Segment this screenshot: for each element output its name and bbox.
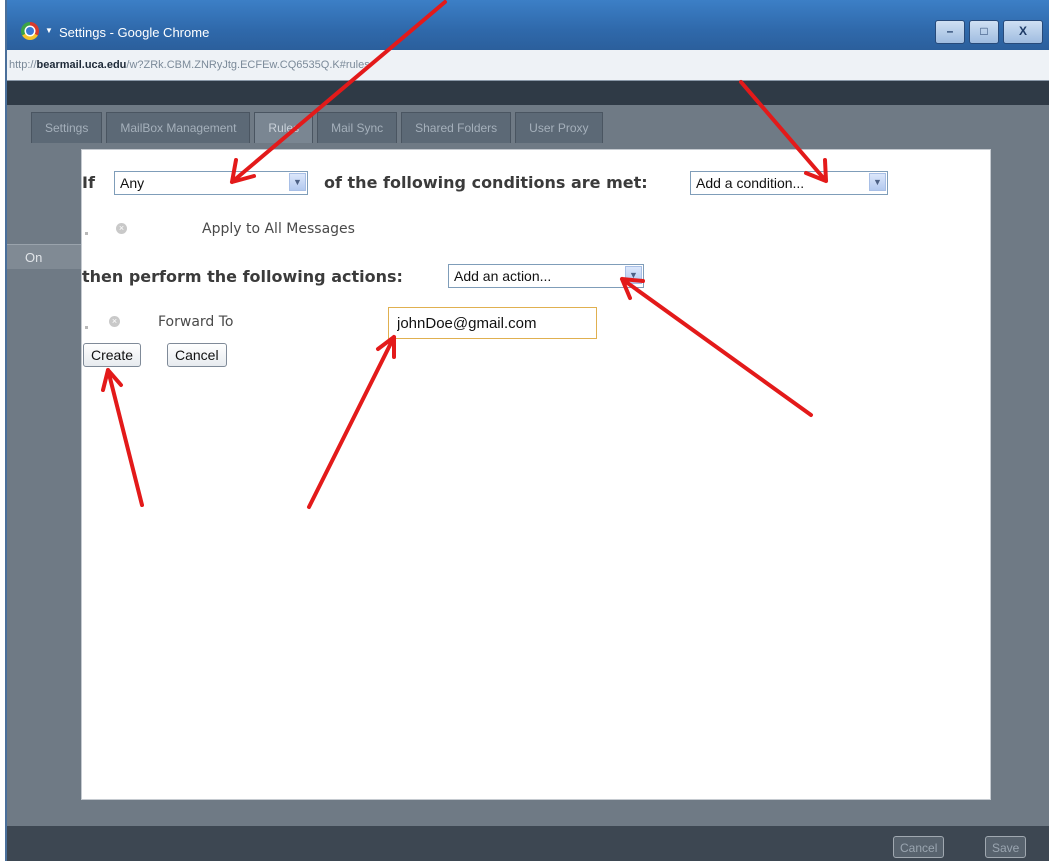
window-controls: – □ X	[935, 20, 1043, 44]
condition-drag-handle[interactable]	[85, 232, 88, 235]
tab-rules[interactable]: Rules	[254, 112, 314, 143]
remove-action-icon[interactable]: ×	[109, 316, 120, 327]
address-bar[interactable]: http://bearmail.uca.edu/w?ZRk.CBM.ZNRyJt…	[7, 50, 1049, 81]
match-type-select[interactable]: Any ▼	[114, 171, 308, 195]
conditions-label: of the following conditions are met:	[324, 173, 648, 192]
forward-address-input[interactable]	[388, 307, 597, 339]
tab-settings[interactable]: Settings	[31, 112, 103, 143]
url-prefix: http://	[9, 59, 37, 71]
add-action-select[interactable]: Add an action... ▼	[448, 264, 644, 288]
minimize-button[interactable]: –	[935, 20, 965, 44]
remove-condition-icon[interactable]: ×	[116, 223, 127, 234]
close-button[interactable]: X	[1003, 20, 1043, 44]
rules-table-header	[7, 244, 87, 269]
window-menu-arrow-icon[interactable]: ▼	[45, 26, 53, 35]
chevron-down-icon[interactable]: ▼	[869, 173, 886, 191]
maximize-button[interactable]: □	[969, 20, 999, 44]
create-button[interactable]: Create	[83, 343, 142, 367]
tab-mailbox-management[interactable]: MailBox Management	[106, 112, 251, 143]
url-domain: bearmail.uca.edu	[36, 59, 127, 71]
tab-mail-sync[interactable]: Mail Sync	[317, 112, 398, 143]
title-bar: ▼ Settings - Google Chrome – □ X	[7, 0, 1049, 50]
chevron-down-icon[interactable]: ▼	[625, 266, 642, 284]
chevron-down-icon[interactable]: ▼	[289, 173, 306, 191]
add-condition-value: Add a condition...	[696, 175, 805, 191]
actions-label: then perform the following actions:	[82, 267, 403, 286]
tab-user-proxy[interactable]: User Proxy	[515, 112, 603, 143]
if-label: If	[82, 173, 95, 192]
url-text: http://bearmail.uca.edu/w?ZRk.CBM.ZNRyJt…	[9, 59, 370, 71]
action-item-label: Forward To	[158, 314, 234, 330]
add-condition-select[interactable]: Add a condition... ▼	[690, 171, 888, 195]
background-save-button[interactable]: Save	[985, 836, 1027, 858]
column-header-on: On	[25, 250, 43, 265]
cancel-button[interactable]: Cancel	[167, 343, 227, 367]
settings-tabs: Settings MailBox Management Rules Mail S…	[31, 112, 607, 143]
tab-shared-folders[interactable]: Shared Folders	[401, 112, 512, 143]
action-drag-handle[interactable]	[85, 326, 88, 329]
condition-item-label: Apply to All Messages	[202, 221, 355, 237]
add-action-value: Add an action...	[454, 268, 552, 284]
background-cancel-button[interactable]: Cancel	[893, 836, 945, 858]
match-type-value: Any	[120, 175, 145, 191]
window-title: Settings - Google Chrome	[59, 25, 210, 40]
url-path: /w?ZRk.CBM.ZNRyJtg.ECFEw.CQ6535Q.K#rules	[126, 59, 370, 71]
chrome-logo-icon[interactable]	[21, 22, 39, 40]
toolbar-band	[7, 81, 1049, 105]
rule-dialog: If Any ▼ of the following conditions are…	[81, 149, 991, 800]
